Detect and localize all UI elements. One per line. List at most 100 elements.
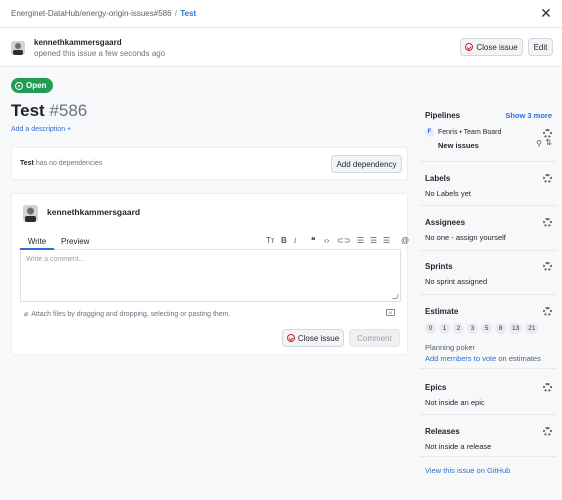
estimate-option[interactable]: 8 [495, 323, 506, 334]
gear-icon[interactable] [543, 383, 552, 392]
estimate-options: 0 1 2 3 5 8 13 21 [425, 323, 552, 334]
estimate-option[interactable]: 21 [525, 323, 539, 334]
comment-placeholder: Write a comment... [26, 256, 85, 263]
assignees-value[interactable]: No one - assign yourself [425, 233, 552, 242]
avatar[interactable] [11, 41, 25, 55]
page-title: Test #586 [11, 101, 87, 121]
task-list-icon[interactable]: ☰ [383, 236, 390, 245]
resize-handle[interactable] [392, 294, 399, 299]
attach-files-hint[interactable]: ⌀ Attach files by dragging and dropping,… [24, 310, 231, 319]
divider [420, 368, 557, 369]
pipeline-board[interactable]: F Fenris • Team Board [425, 128, 501, 137]
add-dependency-button[interactable]: Add dependency [331, 155, 402, 173]
sprints-section: Sprints No sprint assigned [425, 262, 552, 286]
dependencies-card: Test has no dependencies Add dependency [11, 147, 408, 180]
gear-icon[interactable] [543, 174, 552, 183]
planning-poker-label: Planning poker [425, 343, 476, 352]
issue-title: Test [11, 101, 45, 120]
sort-icon[interactable]: ⇅ [545, 138, 552, 147]
sprints-title: Sprints [425, 262, 453, 271]
members-vote-text: Add members to vote on estimates [425, 354, 552, 363]
author-username[interactable]: kennethkammersgaard [34, 38, 122, 47]
paperclip-icon: ⌀ [24, 311, 29, 318]
attach-files-text: Attach files by dragging and dropping, s… [31, 310, 231, 318]
close-issue-button[interactable]: Close issue [460, 38, 523, 56]
sprints-value: No sprint assigned [425, 277, 488, 286]
labels-title: Labels [425, 174, 451, 183]
gear-icon[interactable] [543, 427, 552, 436]
close-issue-label: Close issue [297, 333, 340, 343]
comment-username: kennethkammersgaard [47, 207, 141, 217]
view-on-github-link[interactable]: View this issue on GitHub [425, 466, 510, 475]
estimate-option[interactable]: 5 [481, 323, 492, 334]
gear-icon[interactable] [543, 218, 552, 227]
breadcrumb-current: Test [180, 9, 197, 18]
board-name: Fenris • Team Board [438, 129, 502, 136]
bold-icon[interactable]: B [281, 236, 287, 245]
members-vote-suffix: on estimates [498, 354, 541, 363]
assignees-title: Assignees [425, 218, 466, 227]
italic-icon[interactable]: i [294, 236, 296, 245]
divider [420, 456, 557, 457]
gear-icon[interactable] [543, 262, 552, 271]
issue-number: #586 [49, 101, 88, 120]
comment-card: kennethkammersgaard Write Preview Tт B i… [11, 193, 409, 355]
status-badge: Open [11, 78, 54, 93]
tab-write[interactable]: Write [20, 237, 54, 250]
assignees-section: Assignees No one - assign yourself [425, 218, 552, 242]
open-icon [15, 81, 23, 90]
estimate-option[interactable]: 13 [509, 323, 523, 334]
breadcrumb: Energinet-DataHub/energy-origin-issues#5… [11, 9, 196, 18]
tab-preview[interactable]: Preview [61, 237, 89, 246]
comment-textarea[interactable]: Write a comment... [20, 250, 401, 302]
close-issue-icon [465, 43, 474, 51]
close-issue-button[interactable]: Close issue [282, 329, 344, 347]
dependencies-status: has no dependencies [35, 160, 103, 167]
estimate-title: Estimate [425, 307, 459, 316]
gear-icon[interactable] [543, 129, 552, 138]
pin-icon[interactable]: ⚲ [536, 139, 542, 148]
estimate-option[interactable]: 1 [439, 323, 450, 334]
gear-icon[interactable] [543, 307, 552, 316]
releases-section: Releases Not inside a release [425, 427, 552, 451]
add-members-link[interactable]: Add members to vote [425, 354, 496, 363]
heading-icon[interactable]: Tт [266, 236, 275, 245]
edit-button[interactable]: Edit [528, 38, 553, 56]
epics-value: Not inside an epic [425, 398, 485, 407]
avatar[interactable] [23, 205, 38, 222]
divider [420, 250, 557, 251]
estimate-option[interactable]: 0 [425, 323, 436, 334]
epics-section: Epics Not inside an epic [425, 383, 552, 407]
divider [420, 205, 557, 206]
quote-icon[interactable]: ❝ [311, 236, 315, 245]
status-label: Open [26, 81, 47, 90]
estimate-option[interactable]: 3 [467, 323, 478, 334]
numbered-list-icon[interactable]: ☰ [370, 236, 377, 245]
code-icon[interactable]: ‹› [324, 236, 329, 245]
divider [420, 161, 557, 162]
close-issue-icon [286, 334, 295, 342]
opened-text: opened this issue a few seconds ago [34, 49, 166, 58]
close-issue-label: Close issue [476, 42, 518, 52]
divider [420, 294, 557, 295]
link-icon[interactable]: ⊂⊃ [337, 236, 350, 245]
divider [420, 414, 557, 415]
mention-icon[interactable]: @ [401, 236, 409, 245]
add-description-link[interactable]: Add a description + [11, 126, 71, 133]
estimate-section: Estimate 0 1 2 3 5 8 13 21 Planning poke… [425, 307, 552, 363]
board-badge: F [425, 128, 434, 137]
releases-title: Releases [425, 427, 460, 436]
pipeline-name[interactable]: New issues [438, 141, 479, 150]
estimate-option[interactable]: 2 [453, 323, 464, 334]
comment-button[interactable]: Comment [349, 329, 400, 347]
dependencies-subject: Test [20, 160, 34, 167]
close-icon[interactable]: ✕ [539, 6, 553, 20]
pipelines-section: Pipelines Show 3 more F Fenris • Team Bo… [425, 111, 552, 156]
bulleted-list-icon[interactable]: ☰ [357, 236, 364, 245]
dependencies-text: Test has no dependencies [20, 160, 102, 167]
show-more-link[interactable]: Show 3 more [505, 111, 552, 120]
breadcrumb-repo-link[interactable]: Energinet-DataHub/energy-origin-issues#5… [11, 9, 172, 18]
breadcrumb-separator: / [174, 9, 178, 18]
editor-tabs: Write Preview Tт B i ❝ ‹› ⊂⊃ ☰ ☰ ☰ @ [19, 234, 409, 250]
labels-value: No Labels yet [425, 189, 471, 198]
